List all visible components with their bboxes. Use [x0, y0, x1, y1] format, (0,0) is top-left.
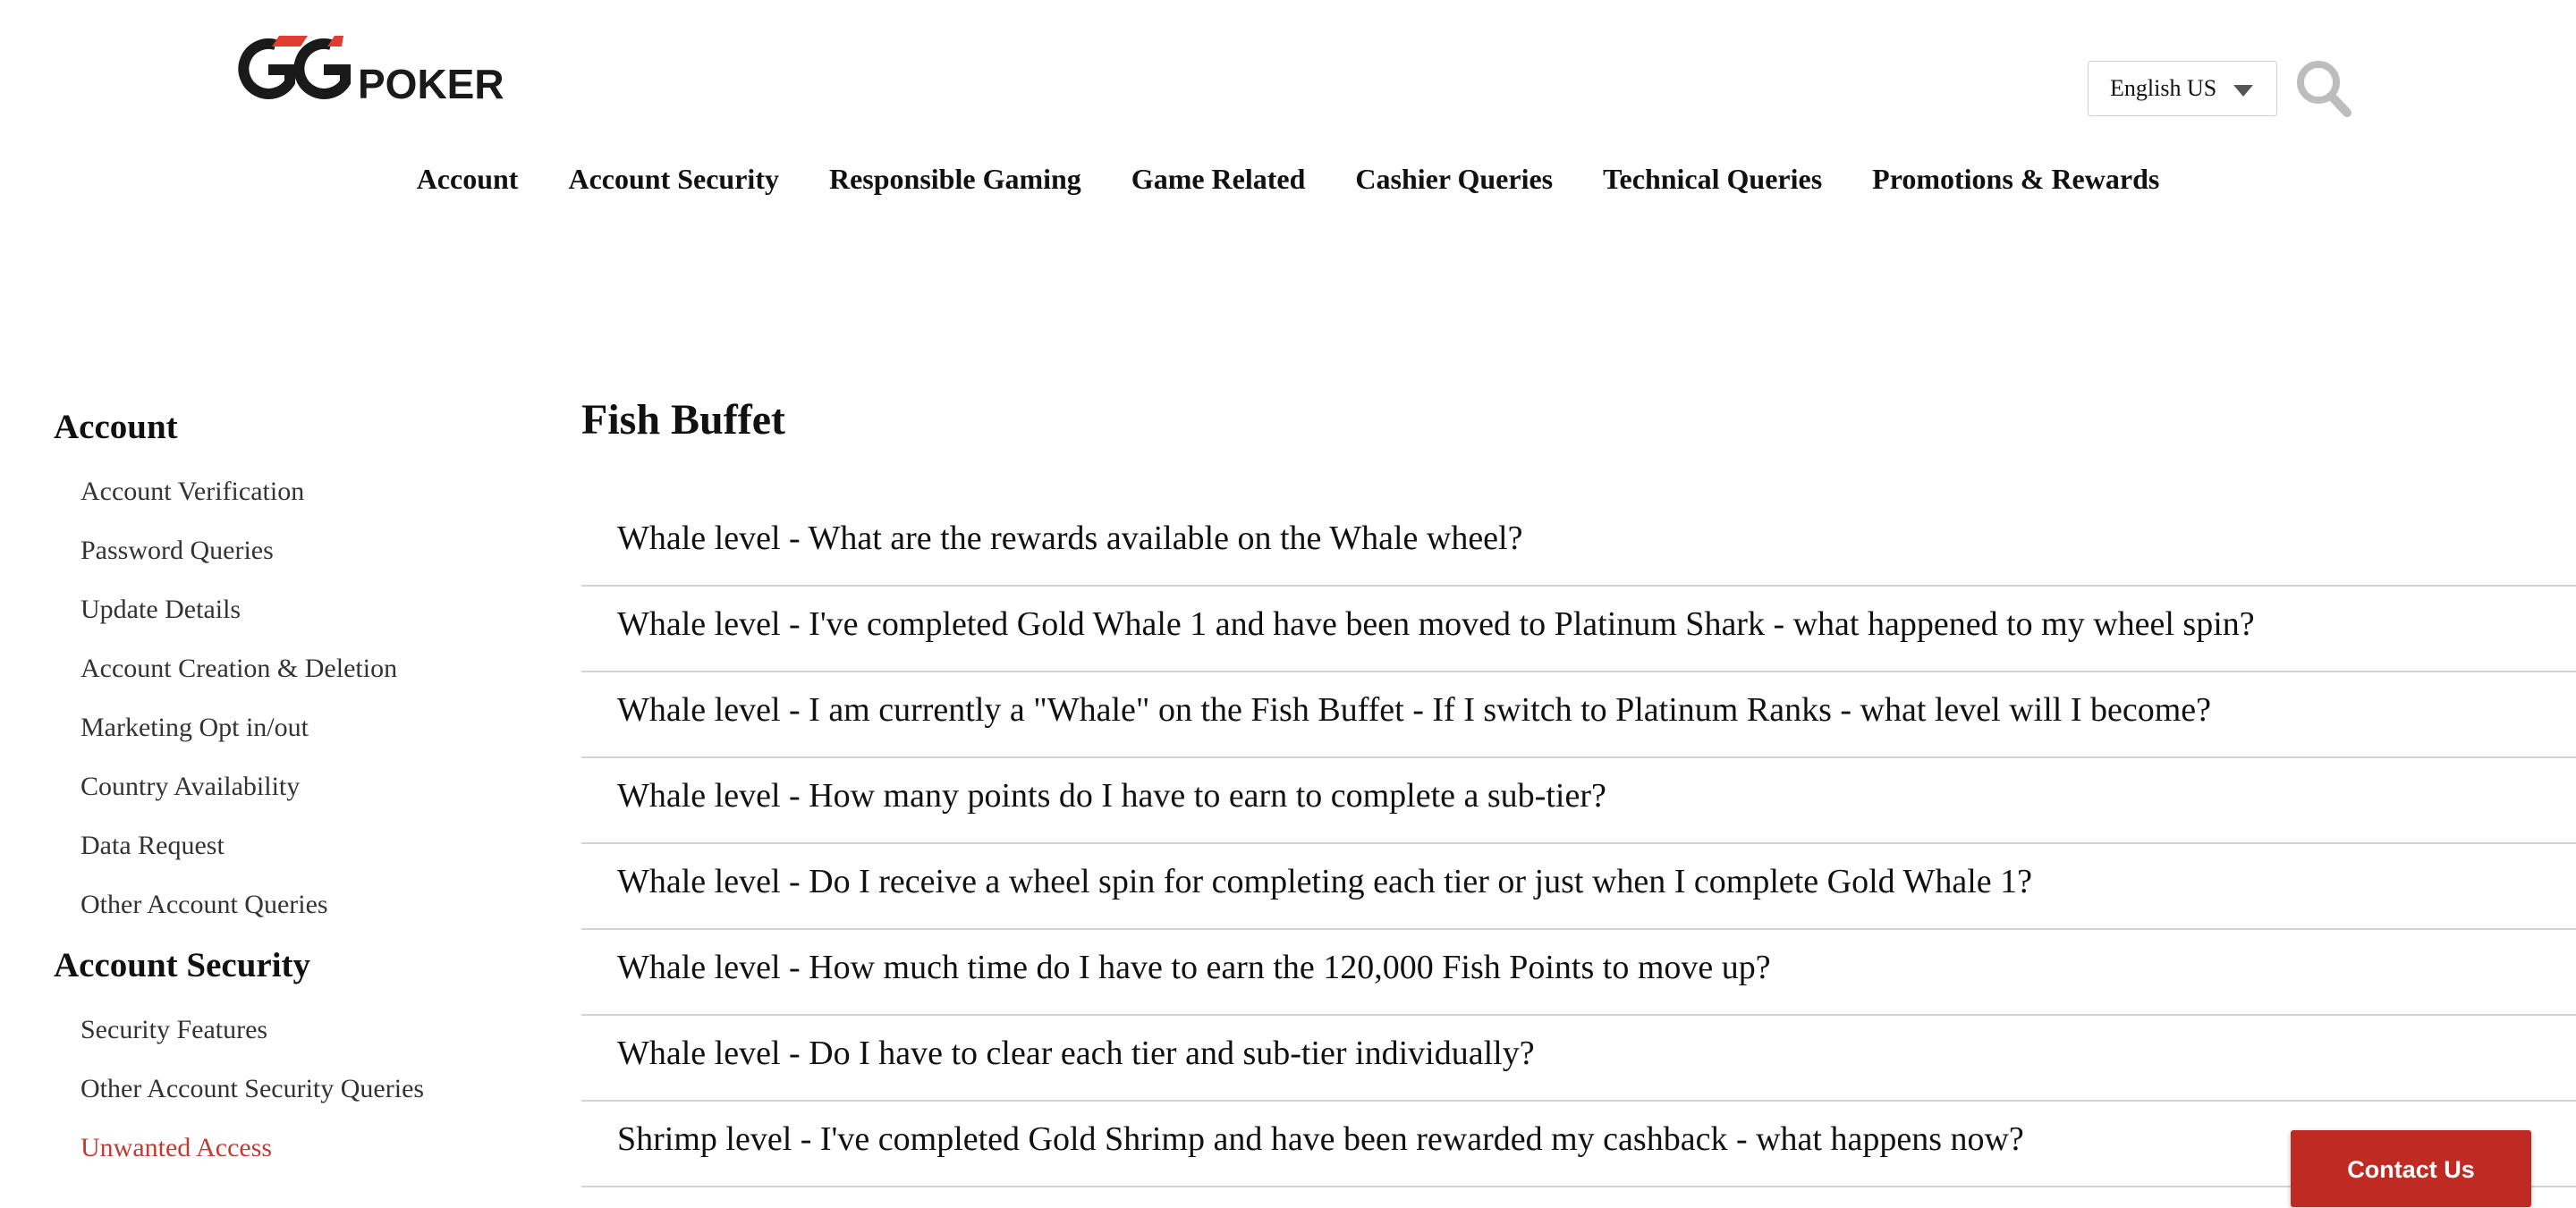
- faq-question[interactable]: Whale level - I've completed Gold Whale …: [617, 596, 2255, 653]
- nav-account-security[interactable]: Account Security: [568, 157, 779, 200]
- page-title: Fish Buffet: [581, 396, 785, 443]
- faq-item[interactable]: Whale level - I am currently a "Whale" o…: [581, 672, 2576, 758]
- sidebar-heading-account-security[interactable]: Account Security: [54, 941, 519, 991]
- faq-question[interactable]: Whale level - What are the rewards avail…: [617, 510, 1522, 567]
- chevron-down-icon: [2233, 85, 2253, 97]
- nav-cashier-queries[interactable]: Cashier Queries: [1355, 157, 1553, 200]
- nav-responsible-gaming[interactable]: Responsible Gaming: [829, 157, 1081, 200]
- sidebar-heading-account[interactable]: Account: [54, 402, 519, 452]
- faq-item[interactable]: Whale level - Do I receive a wheel spin …: [581, 844, 2576, 930]
- faq-question[interactable]: Whale level - Do I have to clear each ti…: [617, 1025, 1535, 1082]
- faq-question[interactable]: Whale level - Do I receive a wheel spin …: [617, 853, 2032, 910]
- sidebar-item-update-details[interactable]: Update Details: [80, 590, 519, 629]
- faq-item[interactable]: Whale level - How much time do I have to…: [581, 930, 2576, 1016]
- contact-us-button[interactable]: Contact Us: [2291, 1130, 2531, 1207]
- nav-account[interactable]: Account: [417, 157, 519, 200]
- sidebar: Account Account Verification Password Qu…: [54, 402, 519, 1187]
- top-navigation: Account Account Security Responsible Gam…: [0, 157, 2576, 200]
- faq-question[interactable]: Whale level - I am currently a "Whale" o…: [617, 681, 2211, 739]
- svg-text:POKER: POKER: [358, 61, 504, 106]
- faq-list: Whale level - What are the rewards avail…: [581, 501, 2576, 1187]
- sidebar-item-account-verification[interactable]: Account Verification: [80, 472, 519, 511]
- sidebar-item-password-queries[interactable]: Password Queries: [80, 531, 519, 570]
- ggpoker-logo[interactable]: POKER: [225, 34, 530, 107]
- faq-question[interactable]: Shrimp level - I've completed Gold Shrim…: [617, 1111, 2024, 1168]
- faq-question[interactable]: Whale level - How many points do I have …: [617, 767, 1606, 824]
- language-select-value: English US: [2110, 75, 2217, 101]
- sidebar-item-other-security-queries[interactable]: Other Account Security Queries: [80, 1069, 519, 1109]
- search-icon: [2297, 61, 2351, 117]
- sidebar-item-marketing-opt[interactable]: Marketing Opt in/out: [80, 708, 519, 748]
- faq-question[interactable]: Whale level - How much time do I have to…: [617, 939, 1771, 996]
- faq-item[interactable]: Whale level - What are the rewards avail…: [581, 501, 2576, 587]
- sidebar-item-account-creation-deletion[interactable]: Account Creation & Deletion: [80, 649, 519, 688]
- faq-item[interactable]: Whale level - Do I have to clear each ti…: [581, 1016, 2576, 1102]
- faq-item[interactable]: Whale level - How many points do I have …: [581, 758, 2576, 844]
- faq-item[interactable]: Shrimp level - I've completed Gold Shrim…: [581, 1102, 2576, 1187]
- sidebar-item-country-availability[interactable]: Country Availability: [80, 767, 519, 807]
- nav-game-related[interactable]: Game Related: [1131, 157, 1306, 200]
- nav-technical-queries[interactable]: Technical Queries: [1603, 157, 1822, 200]
- sidebar-item-security-features[interactable]: Security Features: [80, 1010, 519, 1050]
- sidebar-item-unwanted-access[interactable]: Unwanted Access: [80, 1128, 519, 1168]
- sidebar-item-other-account-queries[interactable]: Other Account Queries: [80, 885, 519, 925]
- language-select[interactable]: English US: [2088, 61, 2277, 116]
- search-button[interactable]: [2295, 59, 2352, 118]
- sidebar-item-data-request[interactable]: Data Request: [80, 826, 519, 866]
- faq-item[interactable]: Whale level - I've completed Gold Whale …: [581, 587, 2576, 672]
- nav-promotions-rewards[interactable]: Promotions & Rewards: [1872, 157, 2159, 200]
